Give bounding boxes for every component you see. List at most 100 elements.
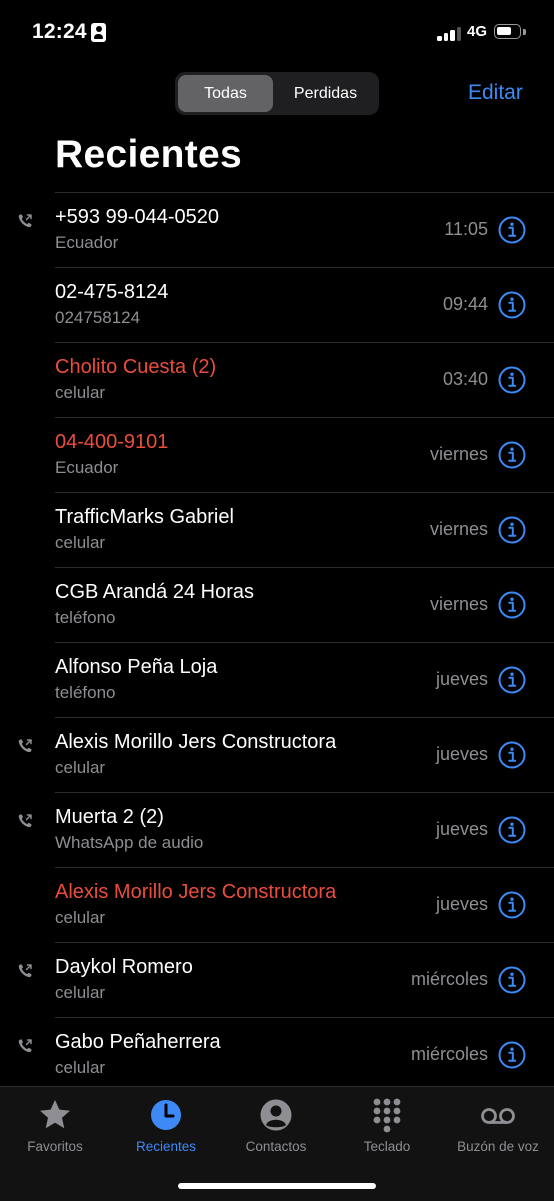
call-label: celular	[55, 533, 106, 552]
call-row[interactable]: Alexis Morillo Jers Constructora celular j…	[0, 717, 554, 792]
caller-name: 02-475-8124	[55, 281, 169, 303]
outgoing-call-icon	[18, 1039, 32, 1053]
recent-calls-list: +593 99-044-0520 Ecuador 11:05 02-475-8124 0…	[0, 192, 554, 1092]
caller-name: Cholito Cuesta (2)	[55, 356, 217, 378]
outgoing-call-icon	[18, 814, 32, 828]
call-time: jueves	[435, 744, 488, 764]
call-time: viernes	[429, 594, 488, 614]
info-icon[interactable]	[498, 216, 526, 244]
tab-label: Favoritos	[27, 1139, 83, 1154]
row-divider	[55, 942, 554, 943]
row-divider	[55, 1017, 554, 1018]
battery-icon	[494, 24, 521, 39]
signal-bar	[437, 36, 442, 41]
status-time: 12:24	[32, 20, 87, 43]
info-icon[interactable]	[498, 891, 526, 919]
call-label: 024758124	[55, 308, 141, 327]
call-row[interactable]: TrafficMarks Gabriel celular viernes	[0, 492, 554, 567]
caller-name: 04-400-9101	[55, 431, 169, 453]
row-divider	[55, 342, 554, 343]
cellular-signal-icon	[437, 25, 463, 41]
call-time: 09:44	[442, 294, 488, 314]
row-divider	[55, 792, 554, 793]
call-label: Ecuador	[55, 233, 119, 252]
outgoing-call-icon	[18, 214, 32, 228]
call-time: miércoles	[410, 1044, 488, 1064]
call-label: teléfono	[55, 608, 116, 627]
segment-all[interactable]: Todas	[178, 75, 273, 112]
row-divider	[55, 867, 554, 868]
person-icon	[260, 1099, 292, 1131]
clock-icon	[151, 1100, 181, 1130]
contact-card-icon	[91, 23, 106, 42]
info-icon[interactable]	[498, 666, 526, 694]
call-row[interactable]: 02-475-8124 024758124 09:44	[0, 267, 554, 342]
caller-name: Muerta 2 (2)	[55, 806, 164, 828]
voicemail-icon	[481, 1108, 515, 1124]
call-label: celular	[55, 1058, 106, 1077]
info-icon[interactable]	[498, 591, 526, 619]
tab-keypad[interactable]: Teclado	[332, 1097, 442, 1154]
call-label: celular	[55, 758, 106, 777]
call-row[interactable]: Cholito Cuesta (2) celular 03:40	[0, 342, 554, 417]
info-icon[interactable]	[498, 441, 526, 469]
tab-label: Recientes	[135, 1139, 197, 1154]
row-divider	[55, 492, 554, 493]
tab-favorites[interactable]: Favoritos	[0, 1097, 110, 1154]
call-time: jueves	[435, 669, 488, 689]
call-time: viernes	[429, 519, 488, 539]
caller-name: Gabo Peñaherrera	[55, 1031, 221, 1053]
call-row[interactable]: 04-400-9101 Ecuador viernes	[0, 417, 554, 492]
signal-bar	[456, 27, 461, 41]
call-row[interactable]: Muerta 2 (2) WhatsApp de audio jueves	[0, 792, 554, 867]
caller-name: TrafficMarks Gabriel	[55, 506, 234, 528]
call-label: celular	[55, 908, 106, 927]
row-divider	[55, 567, 554, 568]
info-icon[interactable]	[498, 966, 526, 994]
call-label: Ecuador	[55, 458, 119, 477]
signal-bar	[450, 30, 455, 41]
caller-name: CGB Arandá 24 Horas	[55, 581, 254, 603]
call-time: miércoles	[410, 969, 488, 989]
keypad-icon	[373, 1098, 401, 1133]
tab-recents[interactable]: Recientes	[111, 1097, 221, 1154]
tab-contacts[interactable]: Contactos	[221, 1097, 331, 1154]
call-label: WhatsApp de audio	[55, 833, 204, 852]
info-icon[interactable]	[498, 516, 526, 544]
call-time: viernes	[429, 444, 488, 464]
edit-button[interactable]: Editar	[468, 81, 523, 105]
call-time: 11:05	[444, 219, 488, 239]
row-divider	[55, 417, 554, 418]
info-icon[interactable]	[498, 1041, 526, 1069]
info-icon[interactable]	[498, 366, 526, 394]
info-icon[interactable]	[498, 816, 526, 844]
info-icon[interactable]	[498, 741, 526, 769]
call-label: celular	[55, 383, 106, 402]
info-icon[interactable]	[498, 291, 526, 319]
call-time: jueves	[435, 894, 488, 914]
page-title: Recientes	[55, 133, 242, 176]
tab-label: Contactos	[245, 1139, 307, 1154]
call-row[interactable]: +593 99-044-0520 Ecuador 11:05	[0, 192, 554, 267]
call-row[interactable]: CGB Arandá 24 Horas teléfono viernes	[0, 567, 554, 642]
caller-name: Alexis Morillo Jers Constructora	[55, 881, 337, 903]
caller-name: Daykol Romero	[55, 956, 193, 978]
home-indicator	[178, 1183, 376, 1189]
row-divider	[55, 192, 554, 193]
outgoing-call-icon	[18, 739, 32, 753]
status-bar: 12:24 4G	[0, 0, 554, 66]
call-filter-segmented-control: Todas Perdidas	[175, 72, 379, 115]
caller-name: Alfonso Peña Loja	[55, 656, 218, 678]
tab-voicemail[interactable]: Buzón de voz	[443, 1097, 553, 1154]
call-time: 03:40	[442, 369, 488, 389]
call-row[interactable]: Alfonso Peña Loja teléfono jueves	[0, 642, 554, 717]
call-row[interactable]: Alexis Morillo Jers Constructora celular j…	[0, 867, 554, 942]
tab-label: Teclado	[363, 1139, 411, 1154]
tab-label: Buzón de voz	[457, 1139, 539, 1154]
caller-name: Alexis Morillo Jers Constructora	[55, 731, 337, 753]
call-row[interactable]: Gabo Peñaherrera celular miércoles	[0, 1017, 554, 1092]
network-type: 4G	[467, 23, 488, 40]
call-row[interactable]: Daykol Romero celular miércoles	[0, 942, 554, 1017]
star-icon	[40, 1100, 70, 1129]
segment-missed[interactable]: Perdidas	[275, 75, 376, 112]
